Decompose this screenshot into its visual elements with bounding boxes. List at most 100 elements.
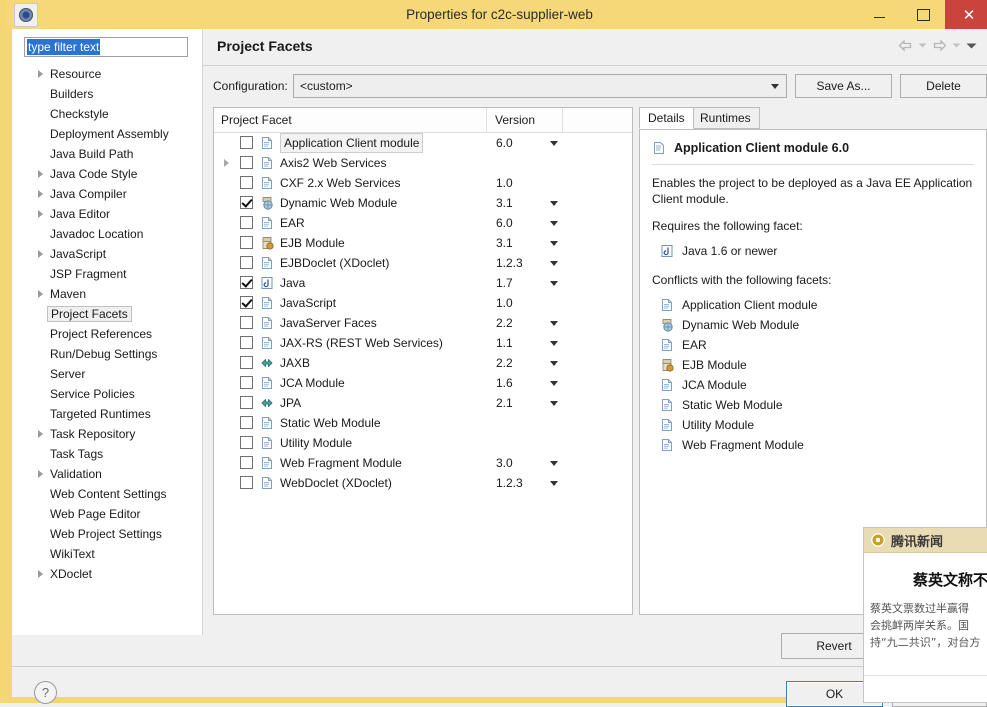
sidebar-item-web-page-editor[interactable]: Web Page Editor [12,504,202,524]
sidebar-item-resource[interactable]: Resource [12,64,202,84]
facet-checkbox[interactable] [240,236,253,249]
save-as-button[interactable]: Save As... [795,74,892,98]
table-row[interactable]: JPA 2.1 [214,393,632,413]
facet-checkbox[interactable] [240,356,253,369]
tab-details[interactable]: Details [639,107,694,129]
sidebar-item-java-editor[interactable]: Java Editor [12,204,202,224]
table-row[interactable]: CXF 2.x Web Services 1.0 [214,173,632,193]
facet-checkbox[interactable] [240,376,253,389]
facet-checkbox[interactable] [240,136,253,149]
table-row[interactable]: JAX-RS (REST Web Services) 1.1 [214,333,632,353]
sidebar-item-project-references[interactable]: Project References [12,324,202,344]
news-popup[interactable]: 腾讯新闻 蔡英文称不 蔡英文票数过半赢得 会挑衅两岸关系。国 持“九二共识”，对台方 [863,527,987,703]
facet-checkbox[interactable] [240,436,253,449]
version-dropdown-chevron-down-icon[interactable] [550,461,558,466]
sidebar-item-run-debug-settings[interactable]: Run/Debug Settings [12,344,202,364]
expand-arrow-icon[interactable] [224,159,229,167]
facet-checkbox[interactable] [240,396,253,409]
facet-checkbox[interactable] [240,276,253,289]
sidebar-item-task-tags[interactable]: Task Tags [12,444,202,464]
expand-arrow-icon[interactable] [38,70,43,78]
facet-checkbox[interactable] [240,176,253,189]
version-dropdown-chevron-down-icon[interactable] [550,321,558,326]
sidebar-item-wikitext[interactable]: WikiText [12,544,202,564]
expand-arrow-icon[interactable] [38,470,43,478]
table-row[interactable]: EAR 6.0 [214,213,632,233]
table-row[interactable]: Java 1.7 [214,273,632,293]
delete-button[interactable]: Delete [900,74,987,98]
column-header-project-facet[interactable]: Project Facet [221,108,292,132]
expand-arrow-icon[interactable] [38,250,43,258]
configuration-select[interactable]: <custom> [293,74,787,98]
facet-checkbox[interactable] [240,336,253,349]
sidebar-item-java-compiler[interactable]: Java Compiler [12,184,202,204]
sidebar-item-web-content-settings[interactable]: Web Content Settings [12,484,202,504]
version-dropdown-chevron-down-icon[interactable] [550,281,558,286]
column-header-version[interactable]: Version [495,108,535,132]
sidebar-item-deployment-assembly[interactable]: Deployment Assembly [12,124,202,144]
facet-checkbox[interactable] [240,256,253,269]
table-row[interactable]: Web Fragment Module 3.0 [214,453,632,473]
facet-checkbox[interactable] [240,316,253,329]
table-row[interactable]: Dynamic Web Module 3.1 [214,193,632,213]
maximize-button[interactable] [901,0,945,29]
expand-arrow-icon[interactable] [38,430,43,438]
version-dropdown-chevron-down-icon[interactable] [550,261,558,266]
filter-input[interactable]: type filter text [24,37,188,57]
facet-checkbox[interactable] [240,156,253,169]
facet-checkbox[interactable] [240,416,253,429]
table-row[interactable]: WebDoclet (XDoclet) 1.2.3 [214,473,632,493]
version-dropdown-chevron-down-icon[interactable] [550,361,558,366]
expand-arrow-icon[interactable] [38,290,43,298]
sidebar-item-java-code-style[interactable]: Java Code Style [12,164,202,184]
table-row[interactable]: Axis2 Web Services [214,153,632,173]
table-row[interactable]: JavaServer Faces 2.2 [214,313,632,333]
expand-arrow-icon[interactable] [38,170,43,178]
tab-runtimes[interactable]: Runtimes [691,107,760,129]
close-button[interactable]: ✕ [945,0,987,29]
sidebar-item-java-build-path[interactable]: Java Build Path [12,144,202,164]
minimize-button[interactable] [857,0,901,29]
sidebar-item-targeted-runtimes[interactable]: Targeted Runtimes [12,404,202,424]
version-dropdown-chevron-down-icon[interactable] [550,221,558,226]
sidebar-item-xdoclet[interactable]: XDoclet [12,564,202,584]
version-dropdown-chevron-down-icon[interactable] [550,141,558,146]
facet-checkbox[interactable] [240,296,253,309]
expand-arrow-icon[interactable] [38,190,43,198]
facet-checkbox[interactable] [240,216,253,229]
facet-checkbox[interactable] [240,476,253,489]
sidebar-item-task-repository[interactable]: Task Repository [12,424,202,444]
expand-arrow-icon[interactable] [38,570,43,578]
table-row[interactable]: JavaScript 1.0 [214,293,632,313]
version-dropdown-chevron-down-icon[interactable] [550,201,558,206]
version-dropdown-chevron-down-icon[interactable] [550,401,558,406]
sidebar-item-checkstyle[interactable]: Checkstyle [12,104,202,124]
table-row[interactable]: Utility Module [214,433,632,453]
news-popup-headline[interactable]: 蔡英文称不 [864,569,987,590]
table-row[interactable]: Static Web Module [214,413,632,433]
table-row[interactable]: JCA Module 1.6 [214,373,632,393]
table-row[interactable]: EJBDoclet (XDoclet) 1.2.3 [214,253,632,273]
table-row[interactable]: EJB Module 3.1 [214,233,632,253]
sidebar-item-javadoc-location[interactable]: Javadoc Location [12,224,202,244]
sidebar-item-project-facets[interactable]: Project Facets [12,304,202,324]
sidebar-item-validation[interactable]: Validation [12,464,202,484]
version-dropdown-chevron-down-icon[interactable] [550,241,558,246]
back-menu-chevron-down-icon[interactable] [918,42,927,49]
pane-menu-chevron-down-icon[interactable] [966,42,977,50]
version-dropdown-chevron-down-icon[interactable] [550,341,558,346]
version-dropdown-chevron-down-icon[interactable] [550,481,558,486]
sidebar-item-jsp-fragment[interactable]: JSP Fragment [12,264,202,284]
version-dropdown-chevron-down-icon[interactable] [550,381,558,386]
forward-menu-chevron-down-icon[interactable] [952,42,961,49]
table-row[interactable]: JAXB 2.2 [214,353,632,373]
sidebar-item-web-project-settings[interactable]: Web Project Settings [12,524,202,544]
table-row[interactable]: Application Client module 6.0 [214,133,632,153]
sidebar-item-service-policies[interactable]: Service Policies [12,384,202,404]
expand-arrow-icon[interactable] [38,210,43,218]
sidebar-item-javascript[interactable]: JavaScript [12,244,202,264]
facet-checkbox[interactable] [240,196,253,209]
sidebar-item-server[interactable]: Server [12,364,202,384]
forward-arrow-icon[interactable] [932,39,947,52]
back-arrow-icon[interactable] [898,39,913,52]
